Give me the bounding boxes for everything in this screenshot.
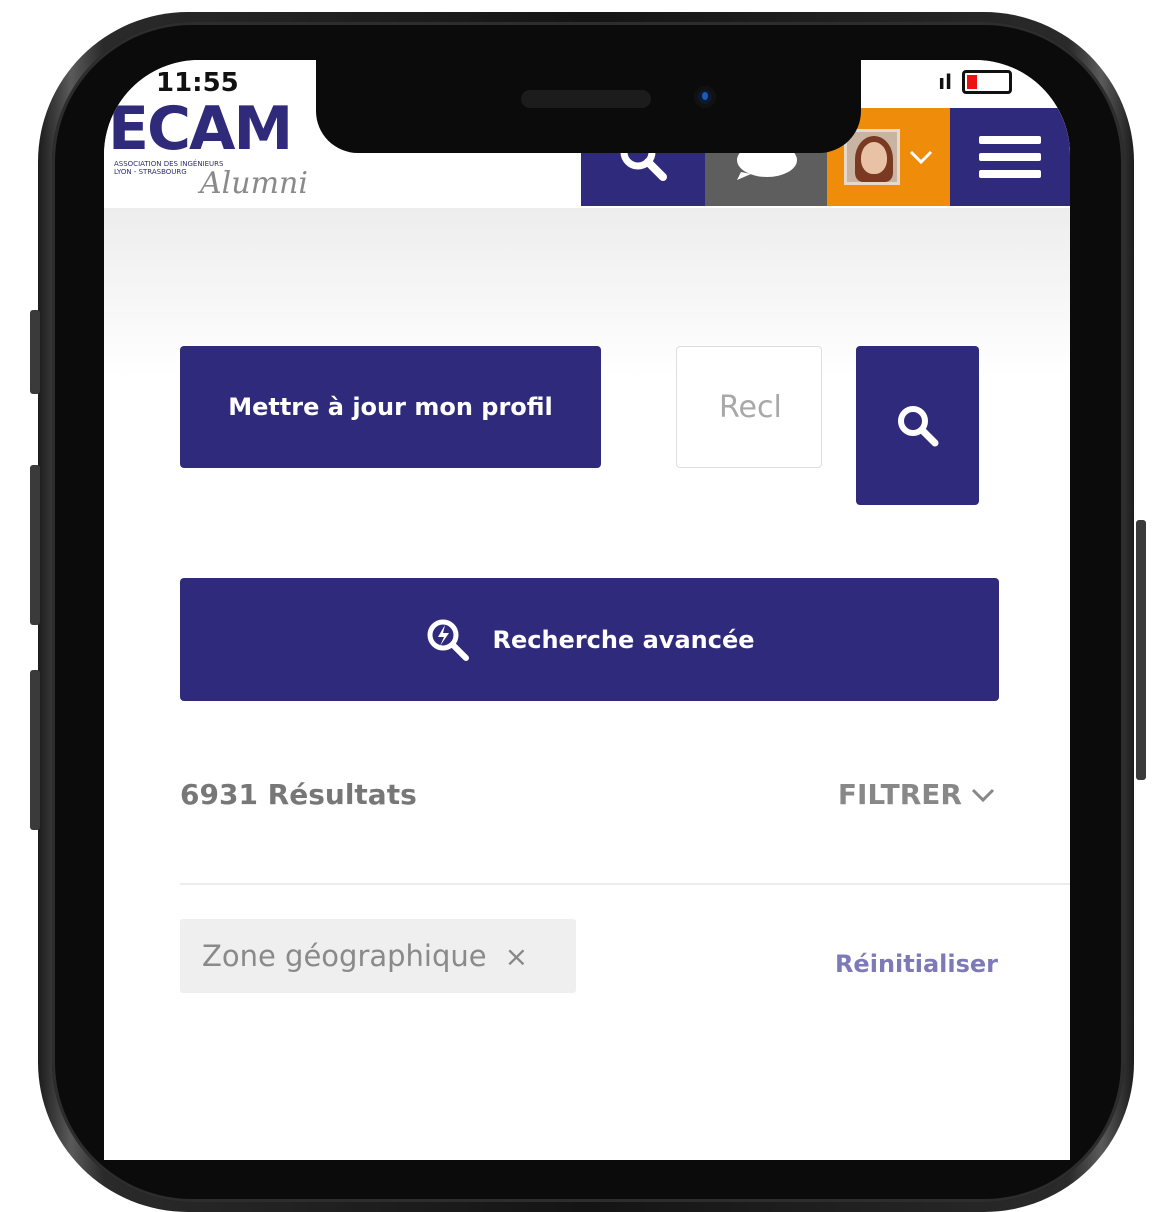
battery-icon [962,70,1012,94]
filter-chip-label: Zone géographique [202,939,487,973]
filter-label: FILTRER [837,778,962,811]
logo-script: Alumni [200,166,308,201]
divider [180,883,1070,885]
phone-side-button [1136,520,1146,780]
phone-side-button [30,465,40,625]
avatar [843,129,900,185]
results-count: 6931 Résultats [180,778,417,811]
phone-side-button [30,310,40,394]
update-profile-button[interactable]: Mettre à jour mon profil [180,346,601,468]
hamburger-menu-icon [979,127,1041,187]
phone-screen: 11:55 ıl ECAM ASSOCIATION DES INGÉNIEURS… [104,60,1070,1160]
phone-side-button [30,670,40,830]
advanced-search-button[interactable]: Recherche avancée [180,578,999,701]
speaker-grille [521,90,651,108]
advanced-search-label: Recherche avancée [492,625,755,654]
signal-icon: ıl [938,70,952,94]
reset-filters-link[interactable]: Réinitialiser [835,950,998,978]
chevron-down-icon [971,788,995,802]
close-icon[interactable]: × [505,940,528,973]
search-input[interactable] [676,346,822,468]
phone-notch [316,58,861,153]
camera-icon [694,86,716,108]
chevron-down-icon [909,150,932,165]
ecam-alumni-logo[interactable]: ECAM ASSOCIATION DES INGÉNIEURS LYON - S… [108,94,308,208]
advanced-search-icon [427,619,470,661]
active-filter-chip[interactable]: Zone géographique × [180,919,576,993]
search-icon [897,405,938,446]
logo-wordmark: ECAM [108,94,293,164]
filter-toggle[interactable]: FILTRER [838,778,996,811]
header-menu-button[interactable] [950,108,1070,206]
search-submit-button[interactable] [856,346,979,505]
status-icons: ıl [938,70,1012,94]
